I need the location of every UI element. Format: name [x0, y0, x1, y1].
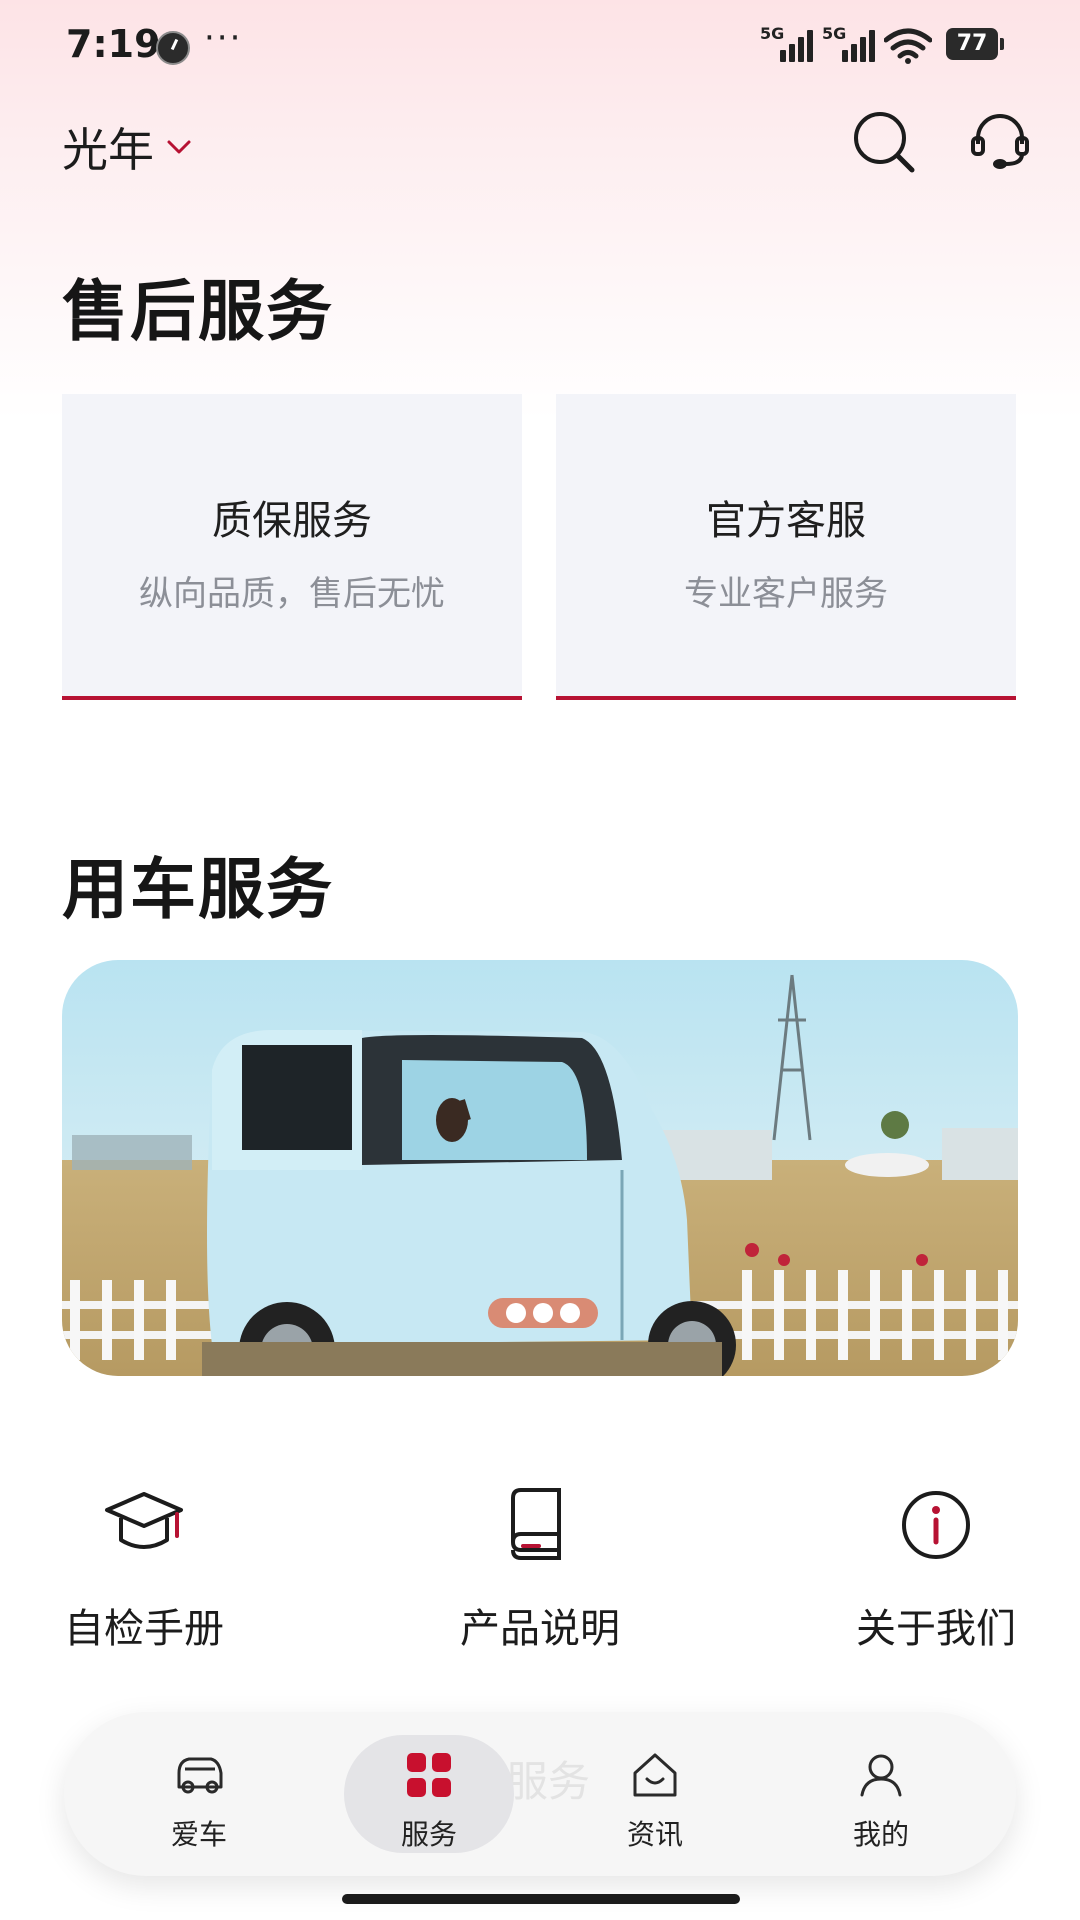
nav-label: 爱车 — [170, 1818, 227, 1851]
graduation-cap-icon — [105, 1492, 183, 1549]
info-icon — [902, 1491, 970, 1559]
nav-label: 我的 — [852, 1818, 909, 1851]
brand-name: 光年 — [62, 123, 154, 177]
status-time: 7:19 — [66, 22, 161, 66]
nav-tab-profile[interactable]: 我的 — [796, 1735, 966, 1853]
home-news-icon — [633, 1753, 677, 1797]
quick-item-label: 产品说明 — [460, 1606, 620, 1652]
manual-book-icon — [511, 1488, 561, 1560]
card-title: 官方客服 — [706, 498, 866, 544]
self-check-manual-item[interactable]: 自检手册 — [44, 1480, 244, 1654]
brand-selector[interactable]: 光年 — [62, 114, 194, 180]
clock-app-icon — [156, 31, 190, 65]
nav-label: 服务 — [400, 1818, 457, 1851]
search-icon[interactable] — [852, 110, 916, 174]
user-icon — [860, 1754, 902, 1797]
chevron-down-icon — [167, 140, 191, 154]
wifi-icon — [884, 28, 932, 64]
card-title: 质保服务 — [212, 498, 372, 544]
grid-icon — [407, 1753, 451, 1797]
status-bar: 7:19 ··· 5G 5G 77 — [0, 0, 1080, 92]
card-subtitle: 纵向品质，售后无忧 — [139, 574, 445, 614]
battery-indicator: 77 — [946, 28, 1004, 60]
after-sales-title: 售后服务 — [62, 273, 334, 350]
nav-tab-news[interactable]: 资讯 — [570, 1735, 740, 1853]
car-service-title: 用车服务 — [62, 851, 334, 928]
signal-icon-1: 5G — [760, 24, 816, 62]
car-banner-image[interactable] — [62, 960, 1018, 1376]
warranty-service-card[interactable]: 质保服务 纵向品质，售后无忧 — [62, 394, 522, 700]
car-icon — [177, 1757, 223, 1794]
headset-icon[interactable] — [968, 110, 1032, 174]
home-indicator[interactable] — [342, 1894, 740, 1904]
nav-label: 资讯 — [626, 1818, 683, 1851]
official-support-card[interactable]: 官方客服 专业客户服务 — [556, 394, 1016, 700]
card-subtitle: 专业客户服务 — [684, 574, 888, 614]
quick-item-label: 关于我们 — [856, 1606, 1016, 1652]
about-us-item[interactable]: 关于我们 — [836, 1480, 1036, 1654]
more-notifications-icon: ··· — [204, 18, 243, 58]
nav-tab-service[interactable]: 服务 — [344, 1735, 514, 1853]
product-manual-item[interactable]: 产品说明 — [440, 1480, 640, 1654]
signal-icon-2: 5G — [822, 24, 878, 62]
nav-tab-car[interactable]: 爱车 — [114, 1735, 284, 1853]
quick-item-label: 自检手册 — [64, 1606, 224, 1652]
